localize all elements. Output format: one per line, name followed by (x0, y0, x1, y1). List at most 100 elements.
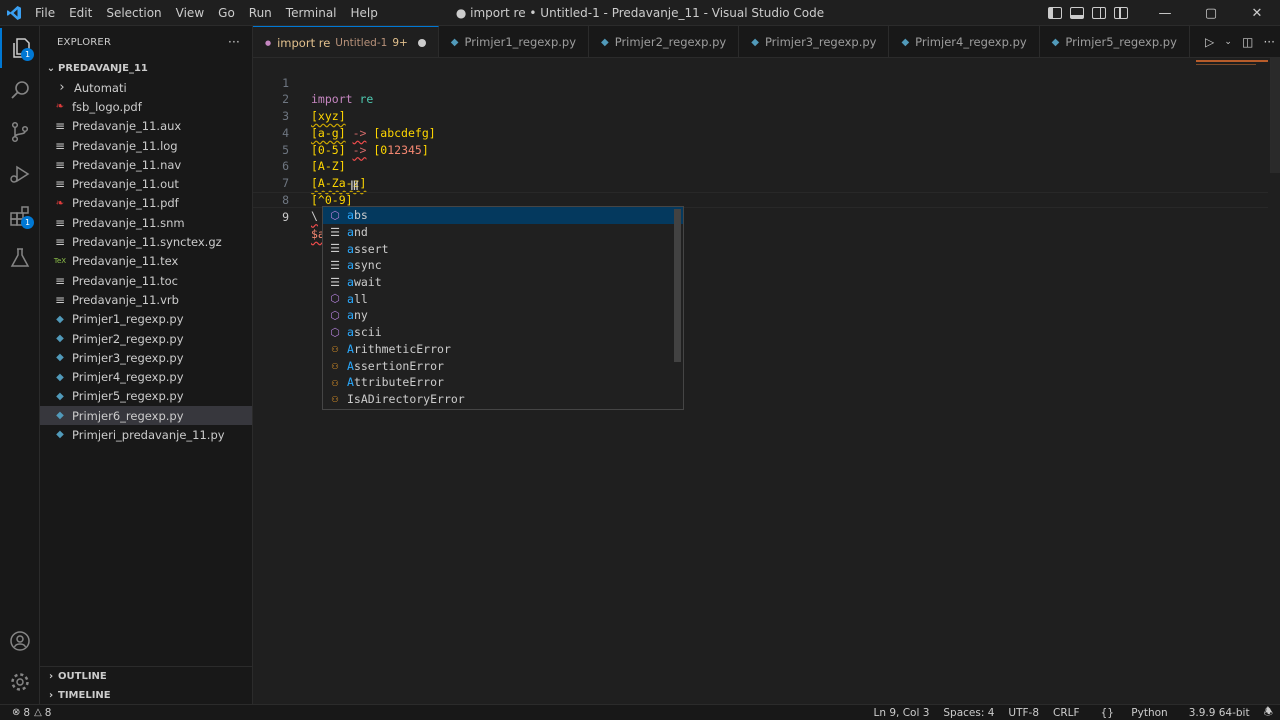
menu-view[interactable]: View (169, 0, 211, 26)
minimize-button[interactable]: — (1142, 0, 1188, 26)
python-file-icon: ◆ (56, 371, 64, 383)
end-of-line[interactable]: CRLF (1046, 707, 1087, 719)
python-interpreter[interactable]: 3.9.9 64-bit (1182, 707, 1257, 719)
code-line: 3 [a-g] -> [abcdefg] (253, 91, 1268, 140)
class-kind-icon: ⚇ (331, 392, 339, 406)
editor-tabs: ● import re Untitled-1 9+ ◆ Primjer1_regexp.p… (253, 26, 1280, 58)
accounts-icon[interactable] (0, 621, 40, 661)
tree-file[interactable]: ◆ Primjeri_predavanje_11.py (40, 425, 252, 444)
suggestion-item[interactable]: ☰ a sync (323, 257, 683, 274)
suggestion-item[interactable]: ☰ a nd (323, 224, 683, 241)
close-window-button[interactable]: ✕ (1234, 0, 1280, 26)
menu-file[interactable]: File (28, 0, 62, 26)
split-editor-icon[interactable]: ◫ (1242, 35, 1253, 49)
tree-file[interactable]: ≡ Predavanje_11.nav (40, 155, 252, 174)
extensions-icon[interactable]: 1 (0, 196, 40, 236)
suggestion-scrollbar[interactable] (674, 209, 681, 362)
suggestion-item[interactable]: ⬡ a bs (323, 207, 683, 224)
tree-folder[interactable]: › Automati (40, 78, 252, 97)
suggestion-item[interactable]: ⬡ a scii (323, 324, 683, 341)
text-file-icon: ≡ (54, 235, 66, 250)
editor-tab[interactable]: ◆ Primjer2_regexp.py (589, 26, 740, 57)
toggle-panel-icon[interactable] (1070, 7, 1084, 19)
cursor-position[interactable]: Ln 9, Col 3 (867, 707, 937, 719)
editor-tab[interactable]: ◆ Primjer5_regexp.py (1040, 26, 1190, 57)
testing-icon[interactable] (0, 238, 40, 278)
tree-file[interactable]: ◆ Primjer6_regexp.py (40, 406, 252, 426)
suggestion-item[interactable]: ⚇ AssertionError (323, 357, 683, 374)
window-title: ● import re • Untitled-1 - Predavanje_11… (455, 5, 825, 20)
tree-file[interactable]: ≡ Predavanje_11.aux (40, 117, 252, 136)
python-file-icon: ◆ (450, 36, 459, 48)
suggestion-item[interactable]: ☰ a ssert (323, 240, 683, 257)
run-debug-icon[interactable] (0, 154, 40, 194)
tree-file[interactable]: ≡ Predavanje_11.out (40, 174, 252, 193)
editor-tab[interactable]: ◆ Primjer1_regexp.py (439, 26, 590, 57)
run-dropdown-chevron-icon[interactable]: ⌄ (1224, 37, 1232, 47)
menu-go[interactable]: Go (211, 0, 242, 26)
explorer-badge: 1 (21, 48, 34, 61)
braces-icon: {} (1100, 706, 1114, 719)
tree-item-label: fsb_logo.pdf (72, 99, 142, 114)
explorer-more-actions-button[interactable]: ··· (228, 35, 240, 49)
suggestion-item[interactable]: ⚇ IsA DirectoryError (323, 391, 683, 408)
suggestion-label: nd (353, 225, 368, 240)
menu-terminal[interactable]: Terminal (279, 0, 344, 26)
tree-file[interactable]: TeX Predavanje_11.tex (40, 252, 252, 271)
keyword-kind-icon: ☰ (330, 275, 340, 289)
editor-tab[interactable]: ◆ Primjer4_regexp.py (889, 26, 1040, 57)
source-control-icon[interactable] (0, 112, 40, 152)
workspace-folder[interactable]: ⌄ PREDAVANJE_11 (40, 58, 252, 78)
tree-file[interactable]: ◆ Primjer1_regexp.py (40, 310, 252, 329)
tree-file[interactable]: ◆ Primjer4_regexp.py (40, 367, 252, 386)
tree-file[interactable]: ◆ Primjer3_regexp.py (40, 348, 252, 367)
editor-tab[interactable]: ● import re Untitled-1 9+ (253, 26, 439, 57)
language-mode[interactable]: {} Python (1087, 707, 1182, 719)
suggestion-label: scii (353, 325, 382, 340)
suggestion-item[interactable]: ⚇ ArithmeticError (323, 341, 683, 358)
tree-file[interactable]: ≡ Predavanje_11.log (40, 136, 252, 155)
suggestion-item[interactable]: ⬡ a ll (323, 290, 683, 307)
toggle-primary-sidebar-icon[interactable] (1048, 7, 1062, 19)
customize-layout-icon[interactable] (1114, 7, 1128, 19)
menu-run[interactable]: Run (242, 0, 279, 26)
indentation[interactable]: Spaces: 4 (936, 707, 1001, 719)
tree-file[interactable]: ≡ Predavanje_11.synctex.gz (40, 232, 252, 251)
suggestion-label: rithmeticError (353, 341, 451, 356)
timeline-section[interactable]: › TIMELINE (40, 685, 253, 705)
tree-file[interactable]: ≡ Predavanje_11.vrb (40, 290, 252, 309)
problems-indicator[interactable]: ⊗ 8 △ 8 (0, 707, 51, 719)
tree-file[interactable]: ≡ Predavanje_11.toc (40, 271, 252, 290)
more-actions-icon[interactable]: ··· (1263, 35, 1274, 49)
tree-file[interactable]: ❧ fsb_logo.pdf (40, 97, 252, 116)
tab-problem-count: 9+ (392, 36, 408, 49)
tree-file[interactable]: ❧ Predavanje_11.pdf (40, 194, 252, 213)
code-line: 1 import re (253, 58, 1268, 107)
editor-scrollbar[interactable] (1270, 58, 1280, 173)
outline-section[interactable]: › OUTLINE (40, 666, 253, 686)
menu-selection[interactable]: Selection (99, 0, 168, 26)
activity-bar: 1 1 (0, 26, 40, 704)
tree-file[interactable]: ◆ Primjer2_regexp.py (40, 329, 252, 348)
python-file-icon: ◆ (56, 390, 64, 402)
tree-file[interactable]: ◆ Primjer5_regexp.py (40, 387, 252, 406)
unsaved-dot-icon[interactable] (417, 38, 426, 47)
search-icon[interactable] (0, 70, 40, 110)
tab-label: Primjer2_regexp.py (614, 35, 727, 49)
run-python-file-icon[interactable]: ▷ (1205, 35, 1214, 49)
explorer-icon[interactable]: 1 (0, 28, 40, 68)
suggestion-item[interactable]: ⬡ a ny (323, 307, 683, 324)
menu-edit[interactable]: Edit (62, 0, 99, 26)
suggestion-item[interactable]: ⚇ AttributeError (323, 374, 683, 391)
encoding[interactable]: UTF-8 (1001, 707, 1046, 719)
tree-item-label: Primjer6_regexp.py (72, 408, 184, 423)
maximize-button[interactable]: ▢ (1188, 0, 1234, 26)
notifications-bell-icon[interactable]: 🕭 (1257, 704, 1280, 720)
tree-file[interactable]: ≡ Predavanje_11.snm (40, 213, 252, 232)
keyword-kind-icon: ☰ (330, 242, 340, 256)
suggestion-item[interactable]: ☰ a wait (323, 274, 683, 291)
manage-gear-icon[interactable] (0, 662, 40, 702)
toggle-secondary-sidebar-icon[interactable] (1092, 7, 1106, 19)
editor-tab[interactable]: ◆ Primjer3_regexp.py (739, 26, 890, 57)
menu-help[interactable]: Help (344, 0, 385, 26)
